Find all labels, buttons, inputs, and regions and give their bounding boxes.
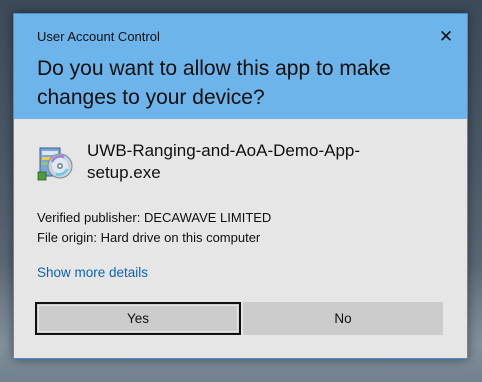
close-icon: ✕ (438, 27, 454, 46)
dialog-title: User Account Control (37, 29, 160, 44)
no-button[interactable]: No (243, 302, 443, 335)
file-origin: File origin: Hard drive on this computer (37, 230, 261, 245)
dialog-header: User Account Control ✕ Do you want to al… (14, 14, 467, 119)
app-name: UWB-Ranging-and-AoA-Demo-App-setup.exe (87, 141, 361, 182)
installer-disc-icon (37, 142, 75, 182)
dialog-question: Do you want to allow this app to make ch… (37, 57, 391, 109)
yes-button[interactable]: Yes (35, 302, 241, 335)
verified-publisher: Verified publisher: DECAWAVE LIMITED (37, 210, 272, 225)
app-info-row: UWB-Ranging-and-AoA-Demo-App-setup.exe (37, 140, 457, 188)
close-button[interactable]: ✕ (431, 24, 461, 50)
uac-dialog: User Account Control ✕ Do you want to al… (13, 13, 468, 359)
publisher-info: Verified publisher: DECAWAVE LIMITED Fil… (37, 208, 457, 248)
show-more-details-link[interactable]: Show more details (37, 265, 148, 280)
